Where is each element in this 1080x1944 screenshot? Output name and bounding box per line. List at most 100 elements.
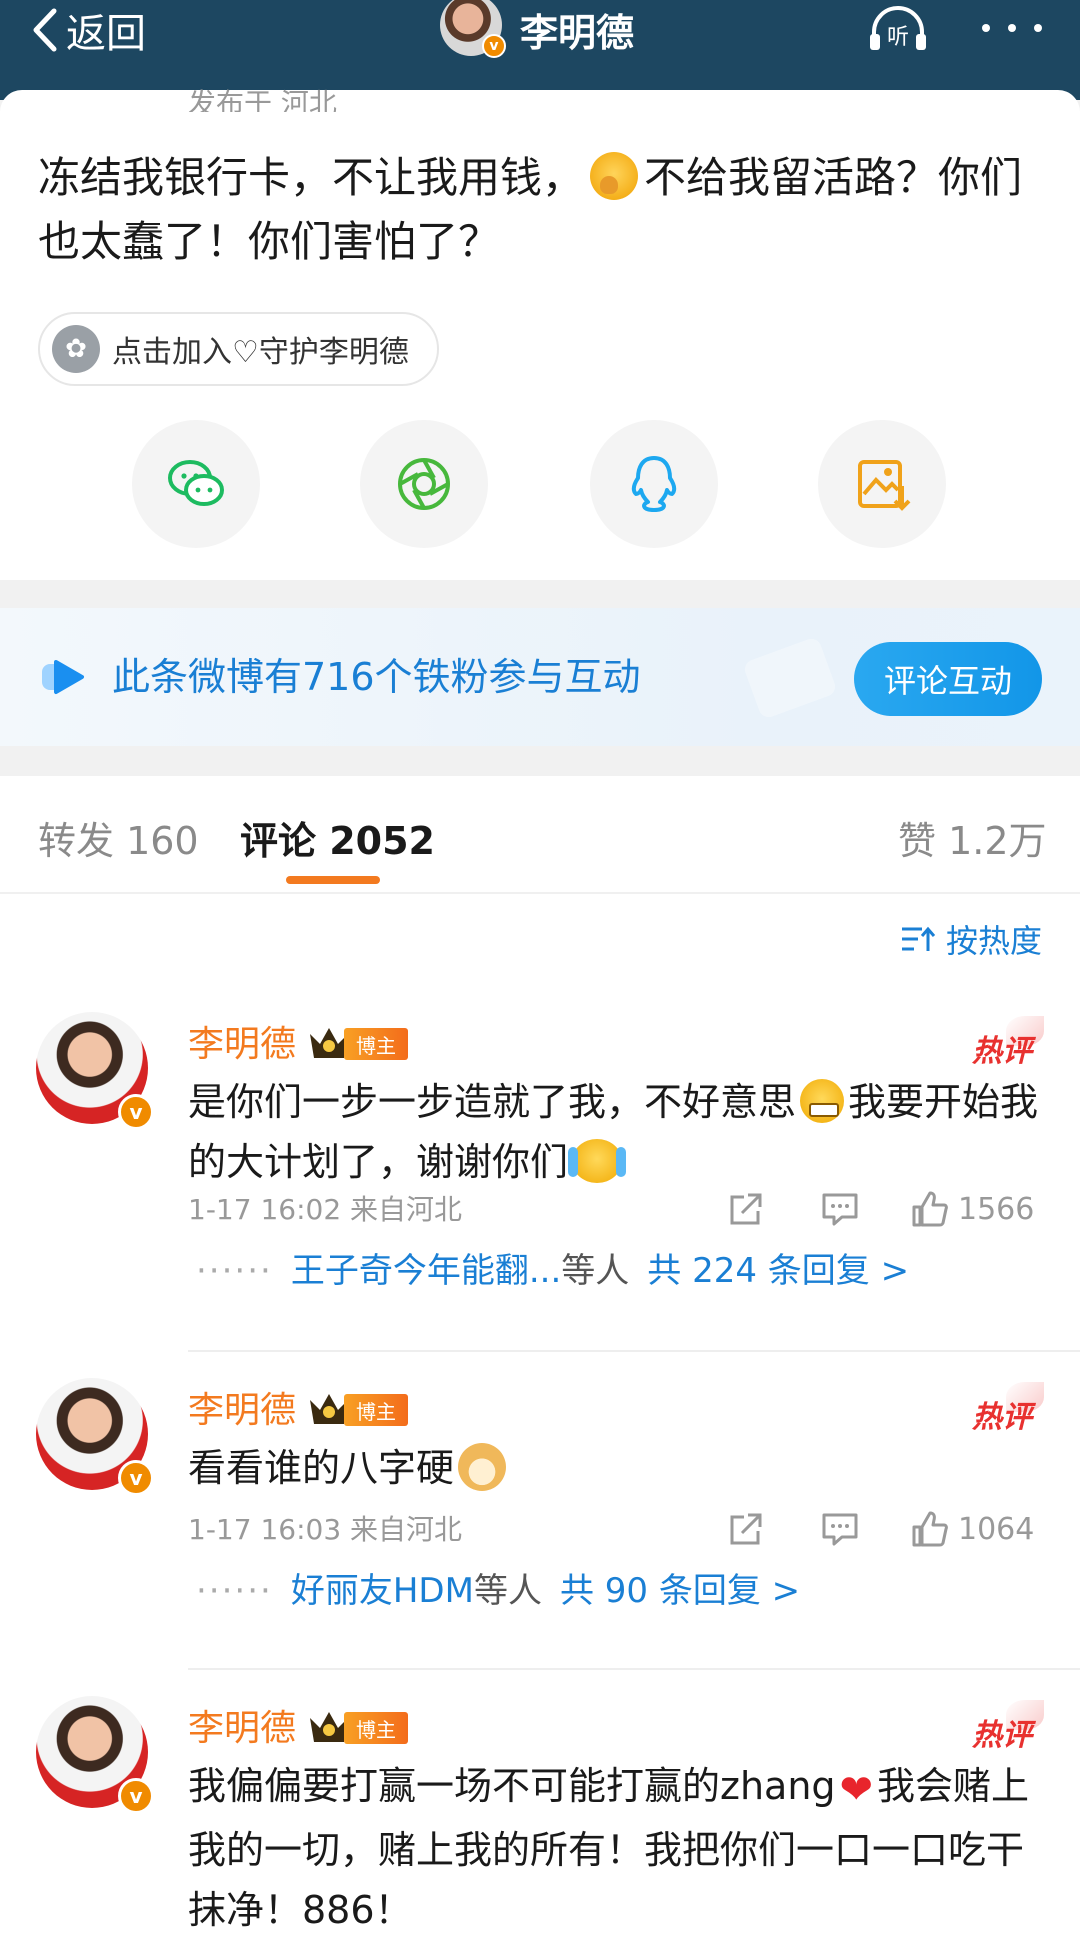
- sort-icon: [902, 926, 936, 951]
- replies-link[interactable]: ······ 好丽友HDM等人共 90 条回复 >: [196, 1566, 800, 1616]
- chevron-left-icon: [33, 8, 57, 52]
- tab-bar: 转发 160 评论 2052 赞 1.2万: [0, 776, 1080, 894]
- active-tab-indicator: [286, 876, 380, 884]
- post-card: 发布于 河北 冻结我银行卡，不让我用钱， 不给我留活路？你们也太蠢了！你们害怕了？…: [0, 87, 1080, 580]
- verified-icon: v: [118, 1778, 154, 1814]
- post-text: 冻结我银行卡，不让我用钱， 不给我留活路？你们也太蠢了！你们害怕了？: [38, 146, 1048, 274]
- page-title[interactable]: 李明德: [520, 0, 634, 58]
- verified-icon: v: [118, 1460, 154, 1496]
- wechat-icon: [168, 460, 224, 506]
- reply-count: 共 224 条回复 >: [647, 1251, 910, 1291]
- share-qq-button[interactable]: [590, 420, 718, 548]
- post-location: 发布于 河北: [188, 87, 337, 112]
- more-dot-icon: [1008, 24, 1016, 32]
- flower-icon: ✿: [52, 325, 100, 373]
- comment-avatar[interactable]: v: [36, 1012, 154, 1130]
- hot-comment-tag: 热评: [972, 1700, 1044, 1754]
- guard-join-button[interactable]: ✿ 点击加入♡守护李明德: [38, 312, 439, 386]
- comment-actions: 1064: [720, 1504, 1050, 1554]
- comment-text-part: 是你们一步一步造就了我，不好意思: [188, 1080, 797, 1124]
- like-count: 1566: [958, 1191, 1035, 1227]
- like-count: 1064: [958, 1511, 1035, 1547]
- reply-etc: 等人: [561, 1251, 630, 1291]
- back-button[interactable]: 返回: [30, 4, 146, 57]
- author-badge: 博主: [344, 1394, 408, 1426]
- comment-text: 是你们一步一步造就了我，不好意思 我要开始我的大计划了，谢谢你们: [188, 1072, 1048, 1192]
- hot-comment-tag: 热评: [972, 1382, 1044, 1436]
- comment-author[interactable]: 李明德: [188, 1022, 296, 1068]
- top-bar: 返回 v 李明德 听: [0, 0, 1080, 100]
- save-image-icon: [858, 460, 911, 511]
- back-label: 返回: [66, 11, 146, 57]
- dots-icon: ······: [196, 1251, 273, 1291]
- post-text-part1: 冻结我银行卡，不让我用钱，: [38, 153, 585, 202]
- comment-author[interactable]: 李明德: [188, 1706, 296, 1752]
- repost-button[interactable]: [726, 1184, 766, 1234]
- headphones-icon: 听: [870, 6, 926, 50]
- comment-meta: 1-17 16:02 来自河北: [188, 1193, 463, 1226]
- reply-names: 王子奇今年能翻...: [290, 1251, 562, 1291]
- comment-author[interactable]: 李明德: [188, 1388, 296, 1434]
- fans-text: 此条微博有716个铁粉参与互动: [112, 655, 641, 699]
- thumbs-up-icon: [912, 1191, 948, 1227]
- heart-emoji-icon: ❤: [839, 1767, 874, 1813]
- moments-icon: [398, 458, 450, 510]
- comment-meta: 1-17 16:03 来自河北: [188, 1513, 463, 1546]
- like-button[interactable]: 1566: [910, 1184, 1034, 1234]
- comment-item: v 李明德 博主 热评 我偏偏要打赢一场不可能打赢的zhang ❤ 我会赌上我的一切…: [0, 1696, 1080, 1944]
- comment-item: v 李明德 博主 热评 看看谁的八字硬 1-17 16:03 来自河北 1064…: [0, 1378, 1080, 1628]
- share-out-icon: [730, 1193, 762, 1225]
- divider: [188, 1668, 1080, 1670]
- reply-etc: 等人: [473, 1571, 542, 1611]
- decoration-icon: [744, 638, 836, 718]
- hot-comment-tag: 热评: [972, 1016, 1044, 1070]
- save-image-button[interactable]: [818, 420, 946, 548]
- share-wechat-button[interactable]: [132, 420, 260, 548]
- grimace-emoji-icon: [800, 1079, 845, 1123]
- repost-button[interactable]: [726, 1504, 766, 1554]
- verified-icon: v: [118, 1094, 154, 1130]
- reply-button[interactable]: [820, 1504, 860, 1554]
- sort-by-hot-button[interactable]: 按热度: [900, 914, 1042, 964]
- reply-button[interactable]: [820, 1184, 860, 1234]
- comment-icon: [822, 1193, 858, 1226]
- tab-repost[interactable]: 转发 160: [38, 810, 199, 865]
- comment-text: 看看谁的八字硬: [188, 1438, 1048, 1498]
- comment-avatar[interactable]: v: [36, 1696, 154, 1814]
- divider: [188, 1350, 1080, 1352]
- more-dot-icon: [1034, 24, 1042, 32]
- guard-label: 点击加入♡守护李明德: [112, 335, 409, 370]
- verified-icon: v: [482, 34, 506, 58]
- crying-emoji-icon: [568, 1139, 627, 1183]
- comment-text: 我偏偏要打赢一场不可能打赢的zhang ❤ 我会赌上我的一切，赌上我的所有！我把你们…: [188, 1756, 1048, 1940]
- comment-avatar[interactable]: v: [36, 1378, 154, 1496]
- comment-list: 按热度 v 李明德 博主 热评 是你们一步一步造就了我，不好意思 我要开始我的大计…: [0, 894, 1080, 1944]
- more-options-button[interactable]: [982, 10, 1042, 46]
- comment-icon: [822, 1513, 858, 1546]
- more-dot-icon: [982, 24, 990, 32]
- thinking-emoji-icon: [590, 152, 639, 200]
- comment-interact-button[interactable]: 评论互动: [854, 642, 1042, 716]
- tab-comments[interactable]: 评论 2052: [240, 810, 435, 865]
- like-button[interactable]: 1064: [910, 1504, 1034, 1554]
- replies-link[interactable]: ······ 王子奇今年能翻...等人共 224 条回复 >: [196, 1246, 909, 1296]
- listen-button[interactable]: 听: [866, 2, 930, 54]
- tab-likes[interactable]: 赞 1.2万: [898, 810, 1047, 865]
- comment-actions: 1566: [720, 1184, 1050, 1234]
- qq-icon: [631, 456, 677, 512]
- dots-icon: ······: [196, 1571, 273, 1611]
- sort-label: 按热度: [946, 922, 1043, 960]
- author-badge: 博主: [344, 1028, 408, 1060]
- reply-count: 共 90 条回复 >: [559, 1571, 801, 1611]
- share-out-icon: [730, 1513, 762, 1545]
- fans-badge-icon: [42, 660, 84, 694]
- comment-text-part: 我偏偏要打赢一场不可能打赢的zhang: [188, 1764, 836, 1808]
- svg-text:听: 听: [887, 25, 909, 50]
- header-avatar[interactable]: v: [440, 0, 506, 58]
- share-moments-button[interactable]: [360, 420, 488, 548]
- share-row: [0, 420, 1080, 550]
- fans-interaction-banner: 此条微博有716个铁粉参与互动 评论互动: [0, 608, 1080, 746]
- author-badge: 博主: [344, 1712, 408, 1744]
- doge-emoji-icon: [458, 1443, 507, 1491]
- comment-item: v 李明德 博主 热评 是你们一步一步造就了我，不好意思 我要开始我的大计划了，谢…: [0, 1012, 1080, 1352]
